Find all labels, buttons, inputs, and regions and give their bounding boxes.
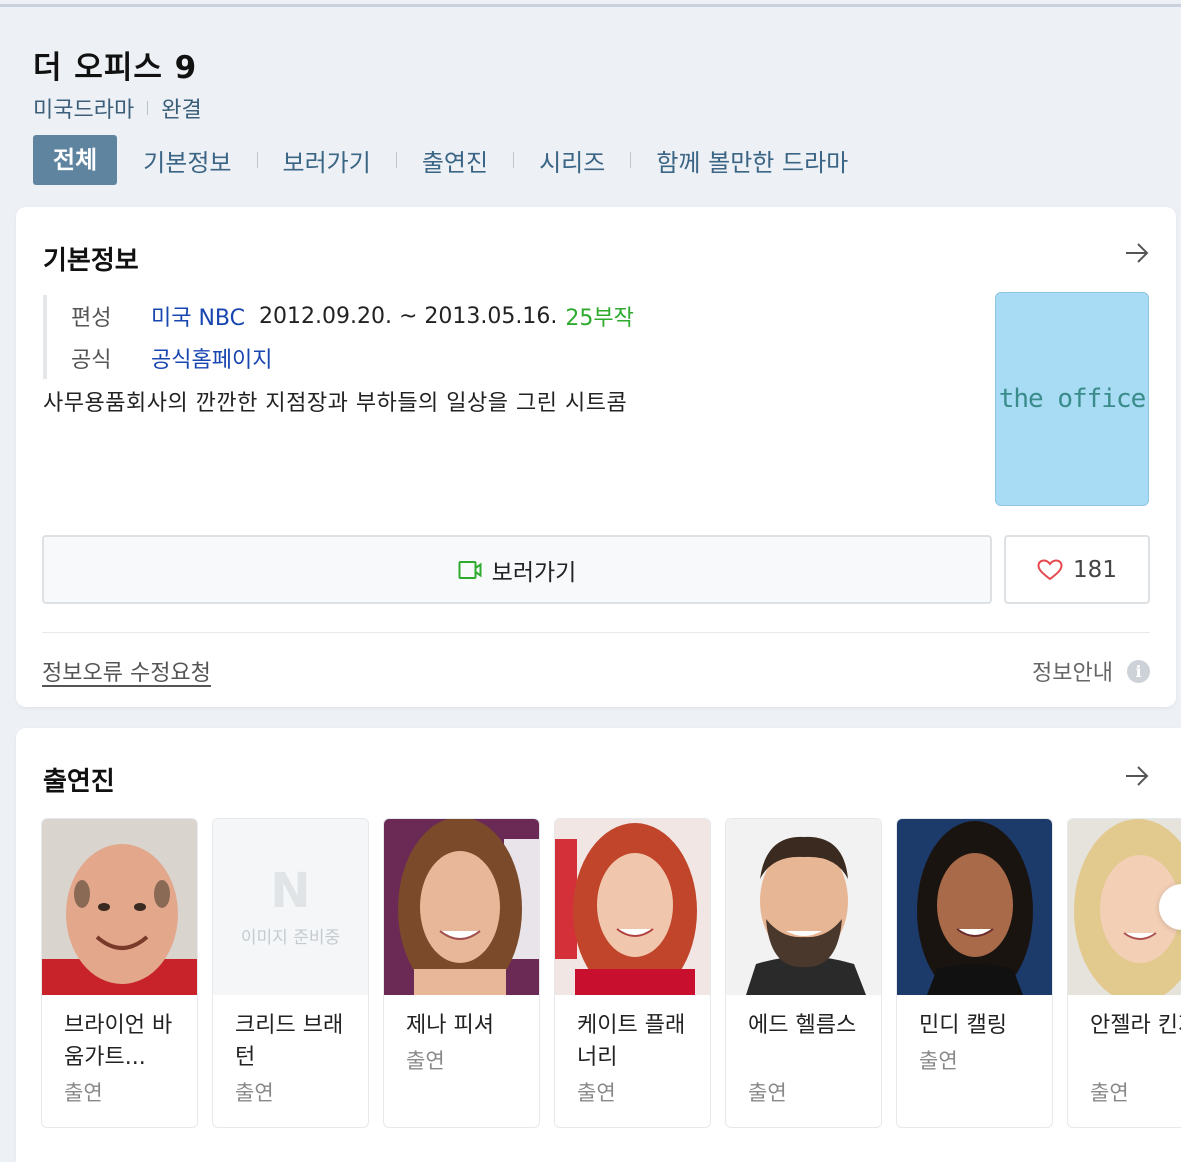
info-block: 편성 미국 NBC 2012.09.20. ~ 2013.05.16. 25부작… [43, 295, 634, 379]
cast-item[interactable]: N 이미지 준비중 크리드 브래턴 출연 [212, 818, 369, 1128]
broadcaster-link[interactable]: 미국 NBC [151, 300, 245, 332]
cast-photo [726, 819, 881, 995]
tab-separator [395, 152, 397, 168]
info-icon: i [1127, 659, 1150, 683]
cast-item[interactable]: 민디 캘링 출연 [896, 818, 1053, 1128]
official-row: 공식 공식홈페이지 [71, 337, 634, 379]
broadcast-row: 편성 미국 NBC 2012.09.20. ~ 2013.05.16. 25부작 [71, 295, 634, 337]
tab-separator [630, 152, 632, 168]
cast-name: 민디 캘링 [919, 1013, 1007, 1038]
cast-role: 출연 [919, 1049, 958, 1073]
report-error-link[interactable]: 정보오류 수정요청 [42, 655, 211, 687]
tab-basic-info[interactable]: 기본정보 [143, 143, 231, 178]
subtitle: 미국드라마 완결 [33, 92, 202, 124]
basic-info-card: 기본정보 편성 미국 NBC 2012.09.20. ~ 2013.05.16.… [16, 207, 1176, 707]
cast-card: 출연진 브라이언 바움가트... 출연 N 이미지 준비중 크리드 브래턴 출연… [16, 728, 1181, 1162]
tab-watch[interactable]: 보러가기 [283, 143, 371, 178]
tab-all[interactable]: 전체 [33, 135, 118, 185]
poster-image[interactable]: the office [995, 292, 1149, 506]
cast-photo [555, 819, 710, 995]
cast-role: 출연 [235, 1081, 274, 1105]
status-label: 완결 [161, 98, 202, 123]
tab-separator [256, 152, 258, 168]
cast-role: 출연 [406, 1049, 445, 1073]
official-label: 공식 [71, 348, 112, 373]
tab-bar: 전체 기본정보 보러가기 출연진 시리즈 함께 볼만한 드라마 [33, 135, 848, 185]
cast-role: 출연 [748, 1081, 787, 1105]
naver-logo-icon: N [270, 862, 311, 919]
episode-count: 25부작 [565, 306, 634, 331]
cast-photo [897, 819, 1052, 995]
cast-item[interactable]: 브라이언 바움가트... 출연 [41, 818, 198, 1128]
basic-info-title: 기본정보 [43, 246, 139, 276]
like-button[interactable]: 181 [1004, 535, 1150, 604]
cast-photo [42, 819, 197, 995]
cast-name: 제나 피셔 [406, 1013, 494, 1038]
subtitle-separator [147, 101, 149, 115]
genre-link[interactable]: 미국드라마 [33, 92, 134, 124]
top-border [0, 4, 1181, 7]
page-title: 더 오피스 9 [33, 50, 198, 86]
cast-photo [384, 819, 539, 995]
broadcast-label: 편성 [71, 306, 112, 331]
watch-button-label: 보러가기 [491, 559, 577, 586]
cast-role: 출연 [1090, 1081, 1129, 1105]
like-count: 181 [1073, 556, 1117, 583]
divider [42, 632, 1150, 633]
cast-role: 출연 [577, 1081, 616, 1105]
tab-separator [513, 152, 515, 168]
heart-icon [1037, 558, 1063, 580]
tab-series[interactable]: 시리즈 [539, 143, 605, 178]
video-icon [458, 560, 482, 579]
broadcast-period: 2012.09.20. ~ 2013.05.16. [259, 303, 558, 329]
cast-photo-placeholder: N 이미지 준비중 [213, 819, 368, 995]
arrow-right-icon[interactable] [1124, 240, 1150, 271]
homepage-link[interactable]: 공식홈페이지 [151, 342, 272, 374]
cast-item[interactable]: 에드 헬름스 출연 [725, 818, 882, 1128]
cast-item[interactable]: 제나 피셔 출연 [383, 818, 540, 1128]
cast-item[interactable]: 케이트 플래너리 출연 [554, 818, 711, 1128]
cast-title: 출연진 [43, 767, 115, 797]
cast-name: 에드 헬름스 [748, 1013, 857, 1038]
tab-similar-dramas[interactable]: 함께 볼만한 드라마 [656, 143, 848, 178]
cast-name: 케이트 플래너리 [577, 1013, 686, 1070]
cast-item[interactable]: 안젤라 킨지 출연 [1067, 818, 1181, 1128]
arrow-right-icon[interactable] [1124, 763, 1150, 794]
info-guide-button[interactable]: 정보안내 i [1032, 655, 1150, 687]
poster-logo-text: the office [998, 384, 1147, 414]
watch-button[interactable]: 보러가기 [42, 535, 992, 604]
cast-name: 크리드 브래턴 [235, 1013, 344, 1070]
placeholder-text: 이미지 준비중 [240, 927, 341, 948]
tab-cast[interactable]: 출연진 [422, 143, 488, 178]
cast-list: 브라이언 바움가트... 출연 N 이미지 준비중 크리드 브래턴 출연 제나 … [41, 818, 1181, 1128]
cast-name: 안젤라 킨지 [1090, 1013, 1181, 1038]
info-guide-label: 정보안내 [1032, 661, 1113, 686]
cast-role: 출연 [64, 1081, 103, 1105]
cast-name: 브라이언 바움가트... [64, 1013, 173, 1070]
description: 사무용품회사의 깐깐한 지점장과 부하들의 일상을 그린 시트콤 [43, 391, 628, 416]
